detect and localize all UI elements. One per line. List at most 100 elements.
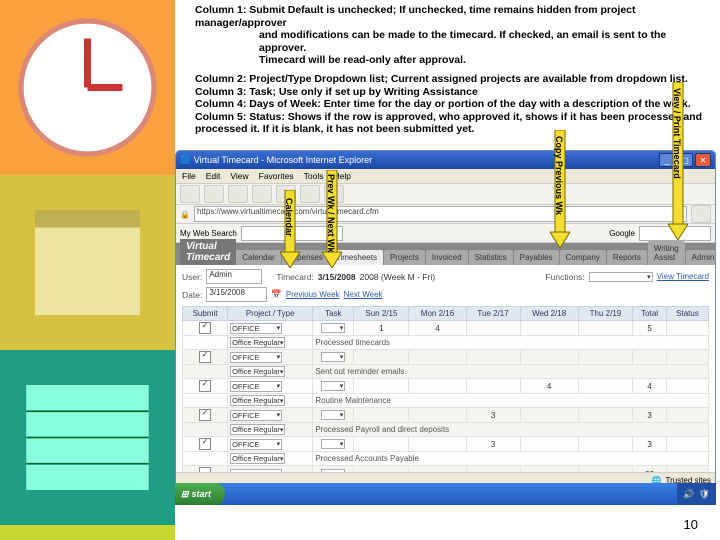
project-dropdown[interactable]: OFFICE (230, 352, 282, 363)
menu-file[interactable]: File (182, 171, 196, 181)
total-cell (633, 350, 667, 365)
menu-view[interactable]: View (230, 171, 248, 181)
menu-favorites[interactable]: Favorites (259, 171, 294, 181)
go-button[interactable] (691, 205, 711, 223)
date-field[interactable]: 3/15/2008 (206, 287, 267, 302)
time-cell[interactable] (520, 350, 578, 365)
project-dropdown[interactable]: OFFICE (230, 323, 282, 334)
time-cell[interactable]: 4 (520, 379, 578, 394)
tab-admin[interactable]: Admin (686, 250, 716, 265)
tab-calendar[interactable]: Calendar (236, 250, 280, 265)
time-cell[interactable] (354, 350, 409, 365)
time-cell[interactable] (354, 437, 409, 452)
time-cell[interactable] (578, 379, 633, 394)
task-description[interactable]: Processed Accounts Payable (313, 452, 709, 466)
table-row: OFFICE33 (183, 408, 709, 423)
time-cell[interactable] (354, 408, 409, 423)
menu-edit[interactable]: Edit (206, 171, 221, 181)
time-cell[interactable] (354, 379, 409, 394)
column1-instructions: Column 1: Submit Default is unchecked; I… (175, 0, 720, 69)
time-cell[interactable] (520, 408, 578, 423)
menu-tools[interactable]: Tools (304, 171, 324, 181)
next-week-link[interactable]: Next Week (344, 290, 383, 299)
stop-button[interactable] (228, 185, 248, 203)
submit-checkbox[interactable] (199, 380, 211, 392)
task-description[interactable]: Routine Maintenance (313, 394, 709, 408)
time-cell[interactable] (409, 379, 466, 394)
time-cell[interactable] (466, 350, 520, 365)
time-cell[interactable] (578, 321, 633, 336)
table-row-desc: Office Regular Routine Maintenance (183, 394, 709, 408)
type-dropdown[interactable]: Office Regular (230, 453, 285, 464)
time-cell[interactable] (520, 321, 578, 336)
time-cell[interactable] (409, 408, 466, 423)
task-dropdown[interactable] (321, 323, 345, 333)
task-description[interactable]: Sent out reminder emails (313, 365, 709, 379)
task-dropdown[interactable] (321, 439, 345, 449)
tab-writing[interactable]: Writing Assist (648, 241, 685, 265)
project-dropdown[interactable]: OFFICE (230, 410, 282, 421)
submit-checkbox[interactable] (199, 351, 211, 363)
forward-button[interactable] (204, 185, 224, 203)
time-cell[interactable] (466, 321, 520, 336)
menu-bar: File Edit View Favorites Tools Help (176, 169, 715, 184)
table-header: Total (633, 307, 667, 321)
google-label: Google (609, 229, 635, 238)
task-description[interactable]: Processed timecards (313, 336, 709, 350)
project-dropdown[interactable]: OFFICE (230, 381, 282, 392)
tab-projects[interactable]: Projects (384, 250, 425, 265)
submit-checkbox[interactable] (199, 409, 211, 421)
view-timecard-link[interactable]: View Timecard (657, 272, 709, 281)
tray-icon: 🛡 (699, 489, 710, 500)
type-dropdown[interactable]: Office Regular (230, 337, 285, 348)
functions-dropdown[interactable] (589, 272, 653, 282)
time-cell[interactable]: 4 (409, 321, 466, 336)
calendar-icon[interactable]: 📅 (271, 289, 282, 300)
window-titlebar: 🟦 Virtual Timecard - Microsoft Internet … (176, 151, 715, 169)
tab-company[interactable]: Company (560, 250, 606, 265)
type-dropdown[interactable]: Office Regular (230, 366, 285, 377)
time-cell[interactable]: 3 (466, 437, 520, 452)
table-header: Status (666, 307, 708, 321)
url-field[interactable]: https://www.virtualtimecard.com/virtualt… (194, 206, 687, 222)
tab-reports[interactable]: Reports (607, 250, 647, 265)
status-cell (666, 350, 708, 365)
submit-checkbox[interactable] (199, 438, 211, 450)
tray-icon: 🔊 (683, 489, 694, 500)
tab-statistics[interactable]: Statistics (469, 250, 513, 265)
task-dropdown[interactable] (321, 352, 345, 362)
tab-payables[interactable]: Payables (514, 250, 559, 265)
time-cell[interactable] (466, 379, 520, 394)
time-cell[interactable] (520, 437, 578, 452)
search-button[interactable] (300, 185, 320, 203)
date-label: Date: (182, 290, 202, 300)
timecard-label: Timecard: (276, 272, 313, 282)
time-cell[interactable] (578, 437, 633, 452)
prev-week-link[interactable]: Previous Week (286, 290, 340, 299)
time-cell[interactable] (578, 350, 633, 365)
table-header: Thu 2/19 (578, 307, 633, 321)
submit-checkbox[interactable] (199, 322, 211, 334)
time-cell[interactable] (409, 350, 466, 365)
tab-invoiced[interactable]: Invoiced (426, 250, 468, 265)
task-dropdown[interactable] (321, 410, 345, 420)
start-button[interactable]: ⊞ start (175, 483, 225, 505)
time-cell[interactable] (578, 408, 633, 423)
close-button[interactable]: ✕ (695, 153, 711, 167)
task-description[interactable]: Processed Payroll and direct deposits (313, 423, 709, 437)
back-button[interactable] (180, 185, 200, 203)
type-dropdown[interactable]: Office Regular (230, 395, 285, 406)
time-cell[interactable]: 3 (466, 408, 520, 423)
table-row-desc: Office Regular Processed timecards (183, 336, 709, 350)
total-cell: 3 (633, 437, 667, 452)
time-cell[interactable] (409, 437, 466, 452)
status-cell (666, 408, 708, 423)
window-icon: 🟦 (180, 155, 191, 166)
table-header: Submit (183, 307, 228, 321)
arrow-label-view: View / Print Timecard (672, 88, 682, 179)
type-dropdown[interactable]: Office Regular (230, 424, 285, 435)
time-cell[interactable]: 1 (354, 321, 409, 336)
task-dropdown[interactable] (321, 381, 345, 391)
project-dropdown[interactable]: OFFICE (230, 439, 282, 450)
refresh-button[interactable] (252, 185, 272, 203)
